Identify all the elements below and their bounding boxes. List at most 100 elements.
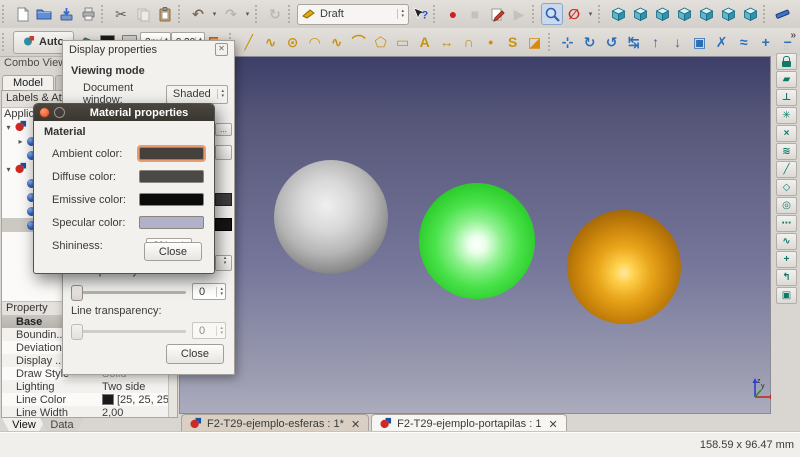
draft-point-icon[interactable]: • [480, 31, 502, 53]
draft-wire-to-bspline-icon[interactable]: ≈ [733, 31, 755, 53]
snap-center-icon[interactable]: ◎ [776, 197, 797, 214]
hidden-color-swatch[interactable] [215, 218, 232, 231]
view-left-icon[interactable] [739, 3, 761, 25]
material-color-swatch[interactable] [139, 170, 204, 183]
whats-this-icon[interactable]: ? [409, 3, 431, 25]
snap-dimensions-icon[interactable]: ⋯ [776, 215, 797, 232]
tab-data[interactable]: Data [40, 418, 84, 433]
macro-stop-icon[interactable]: ■ [464, 3, 486, 25]
copy-icon[interactable] [132, 3, 154, 25]
snap-near-icon[interactable]: ∿ [776, 233, 797, 250]
snap-intersection-icon[interactable]: × [776, 125, 797, 142]
property-row[interactable]: Line Color[25, 25, 25] [2, 393, 169, 406]
redo-icon[interactable]: ↷ [220, 3, 242, 25]
draft-polygon-icon[interactable]: ⬠ [370, 31, 392, 53]
display-close-button[interactable]: Close [166, 344, 224, 364]
undo-dropdown-arrow[interactable]: ▾ [209, 10, 220, 18]
draft-move-icon[interactable]: ⊹ [557, 31, 579, 53]
toolbar-overflow-chevron[interactable]: » [790, 30, 796, 41]
material-color-swatch[interactable] [139, 193, 204, 206]
transparency-slider[interactable] [71, 284, 186, 300]
draft-rectangle-icon[interactable]: ▭ [392, 31, 414, 53]
draft-arc-icon[interactable]: ◠ [304, 31, 326, 53]
draft-shapestring-icon[interactable]: S [502, 31, 524, 53]
document-tab[interactable]: F2-T29-ejemplo-esferas : 1*✕ [181, 414, 369, 433]
view-axonometric-icon[interactable] [607, 3, 629, 25]
fit-all-icon[interactable] [541, 3, 563, 25]
view-top-icon[interactable] [651, 3, 673, 25]
clipping-plane-icon[interactable]: ∅ [563, 3, 585, 25]
macro-record-icon[interactable]: ● [442, 3, 464, 25]
macro-play-icon[interactable]: ▶ [508, 3, 530, 25]
line-transparency-spinbox[interactable]: 0 ▴▾ [192, 322, 226, 339]
material-color-swatch[interactable] [139, 147, 204, 160]
hidden-button[interactable] [215, 145, 232, 160]
hidden-color-swatch[interactable] [215, 193, 232, 206]
snap-lock-icon[interactable] [776, 53, 797, 70]
view-bottom-icon[interactable] [717, 3, 739, 25]
snap-parallel-icon[interactable]: ≋ [776, 143, 797, 160]
tab-view[interactable]: View [2, 418, 46, 433]
save-icon[interactable] [55, 3, 77, 25]
draft-upgrade-icon[interactable]: ↑ [645, 31, 667, 53]
snap-endpoint-icon[interactable]: ▰ [776, 71, 797, 88]
undo-icon[interactable]: ↶ [187, 3, 209, 25]
draft-arc-3points-icon[interactable]: ∩ [458, 31, 480, 53]
gold-sphere[interactable] [567, 210, 681, 324]
tree-expander[interactable]: ▸ [16, 137, 25, 146]
window-minimize-button[interactable] [54, 107, 65, 118]
snap-midpoint-icon[interactable]: ◇ [776, 179, 797, 196]
open-file-icon[interactable] [33, 3, 55, 25]
property-row[interactable]: Line Width2,00 [2, 406, 169, 417]
draft-dimension-icon[interactable]: ↔ [436, 31, 458, 53]
property-row[interactable]: LightingTwo side [2, 380, 169, 393]
snap-ortho-icon[interactable]: + [776, 251, 797, 268]
tree-expander[interactable]: ▾ [4, 165, 13, 174]
tab-model[interactable]: Model [2, 75, 54, 91]
3d-viewport[interactable]: z y x [179, 56, 771, 414]
document-window-select[interactable]: Shaded ▴▾ [166, 85, 228, 104]
view-front-icon[interactable] [629, 3, 651, 25]
draft-scale-icon[interactable]: ▣ [689, 31, 711, 53]
macro-edit-icon[interactable] [486, 3, 508, 25]
tree-expander[interactable]: ▾ [4, 123, 13, 132]
measure-distance-icon[interactable] [772, 3, 794, 25]
hidden-ellipsis-button[interactable]: ... [215, 123, 232, 136]
tab-close-icon[interactable]: ✕ [351, 418, 360, 431]
workbench-selector[interactable]: Draft▴▾ [297, 4, 409, 25]
close-icon[interactable]: ✕ [215, 43, 228, 56]
draft-bezier-icon[interactable]: ⌒ [348, 31, 370, 53]
material-color-swatch[interactable] [139, 216, 204, 229]
material-close-button[interactable]: Close [144, 242, 202, 261]
draft-facebinder-icon[interactable]: ◪ [524, 31, 546, 53]
clipping-dropdown-arrow[interactable]: ▾ [585, 10, 596, 18]
redo-dropdown-arrow[interactable]: ▾ [242, 10, 253, 18]
green-sphere[interactable] [419, 183, 535, 299]
draft-offset-icon[interactable]: ↺ [601, 31, 623, 53]
draft-wire-icon[interactable]: ∿ [260, 31, 282, 53]
snap-working-plane-icon[interactable]: ↰ [776, 269, 797, 286]
document-tab[interactable]: F2-T29-ejemplo-portapilas : 1✕ [371, 414, 567, 433]
draft-edit-subelement-icon[interactable]: ✗ [711, 31, 733, 53]
transparency-spinbox[interactable]: 0 ▴▾ [192, 283, 226, 300]
gray-sphere[interactable] [274, 160, 388, 274]
window-titlebar[interactable]: Material properties [34, 104, 214, 121]
paste-icon[interactable] [154, 3, 176, 25]
snap-extension-icon[interactable]: ╱ [776, 161, 797, 178]
draft-downgrade-icon[interactable]: ↓ [667, 31, 689, 53]
window-close-button[interactable] [39, 107, 50, 118]
refresh-icon[interactable]: ↻ [264, 3, 286, 25]
print-icon[interactable] [77, 3, 99, 25]
view-rear-icon[interactable] [695, 3, 717, 25]
view-right-icon[interactable] [673, 3, 695, 25]
draft-add-point-icon[interactable]: + [755, 31, 777, 53]
draft-line-icon[interactable]: ╱ [238, 31, 260, 53]
draft-trimex-icon[interactable]: ↹ [623, 31, 645, 53]
dialog-titlebar[interactable]: Display properties ✕ [63, 41, 234, 58]
line-transparency-slider[interactable] [71, 323, 186, 339]
snap-angle-icon[interactable]: ✳ [776, 107, 797, 124]
draft-text-icon[interactable]: A [414, 31, 436, 53]
draft-bspline-icon[interactable]: ∿ [326, 31, 348, 53]
snap-perpendicular-icon[interactable]: ⊥ [776, 89, 797, 106]
snap-grid-icon[interactable]: ▣ [776, 287, 797, 304]
